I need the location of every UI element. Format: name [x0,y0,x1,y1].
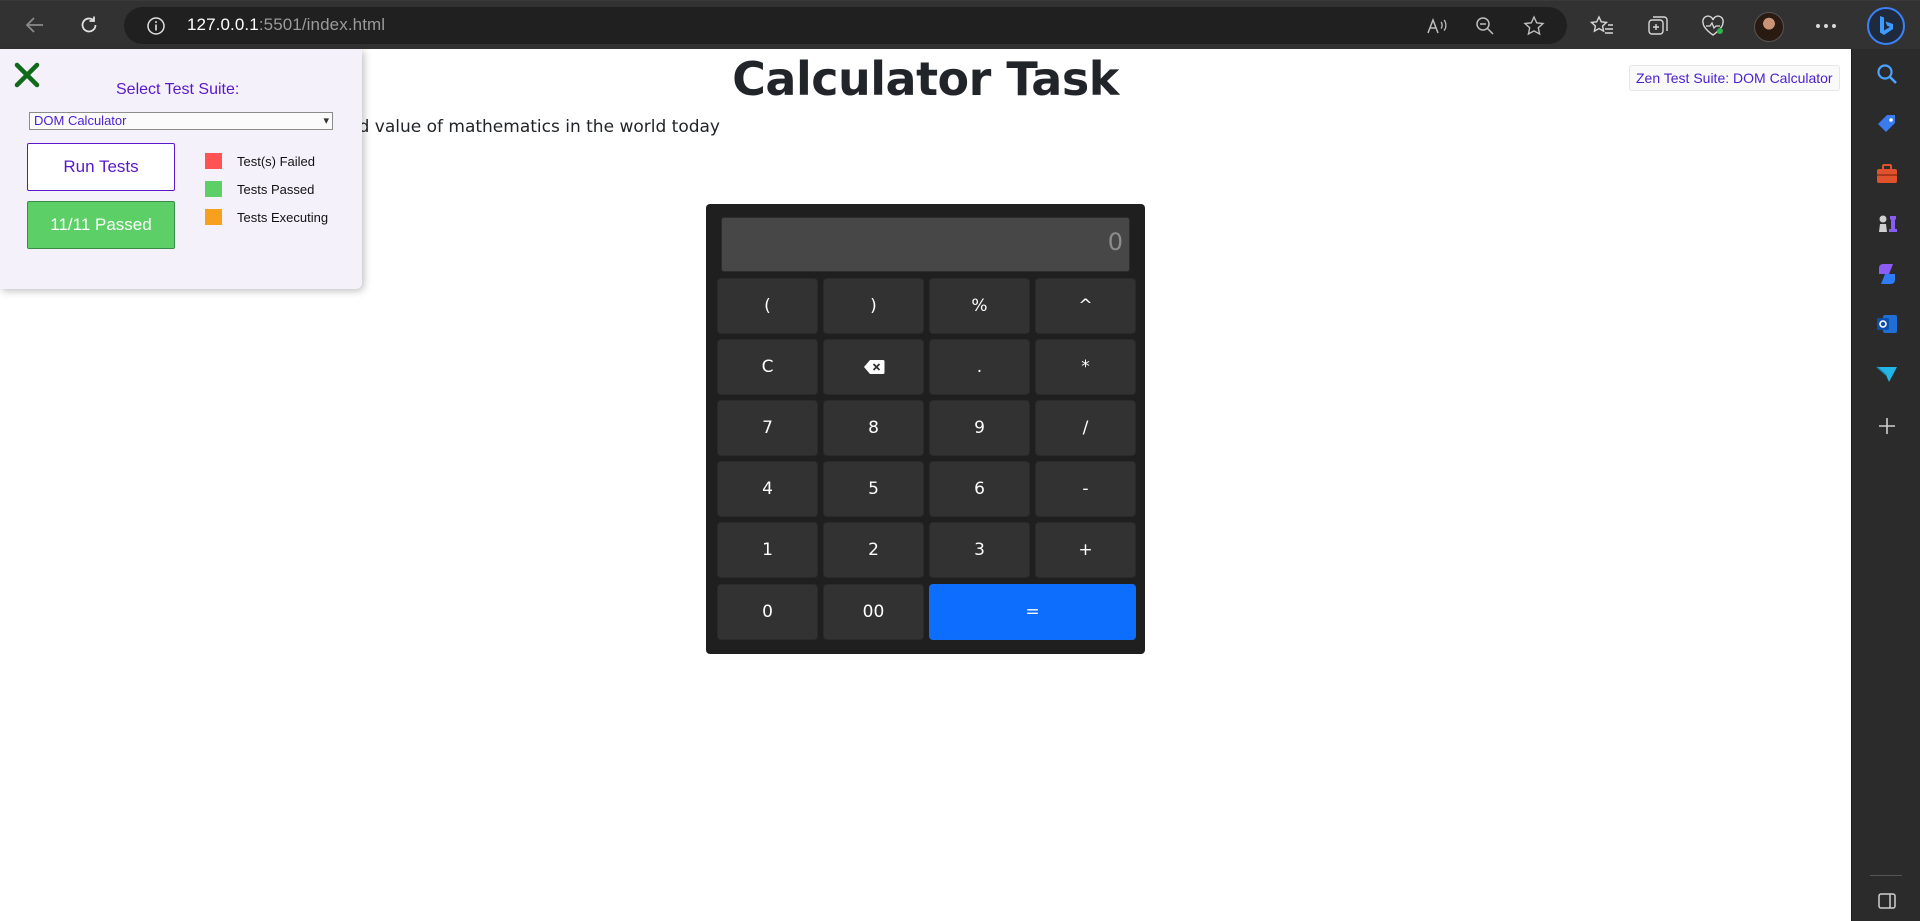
games-chess-icon[interactable] [1874,211,1900,237]
key-open-paren[interactable]: ( [717,278,818,334]
copilot-icon[interactable] [1874,261,1900,287]
test-result-button[interactable]: 11/11 Passed [27,201,175,249]
select-suite-label: Select Test Suite: [116,81,240,98]
address-bar[interactable]: 127.0.0.1:5501/index.html [124,7,1567,44]
key-divide[interactable]: / [1035,400,1136,456]
send-message-icon[interactable] [1874,361,1900,387]
shopping-tag-icon[interactable] [1874,111,1900,137]
backspace-icon [863,360,884,374]
add-sidebar-app-icon[interactable] [1874,413,1900,439]
bing-icon [1880,16,1893,35]
legend-executing: Tests Executing [205,209,328,225]
chevron-down-icon: ▾ [323,115,329,127]
suite-select[interactable]: DOM Calculator ▾ [29,112,333,130]
back-arrow-icon [25,17,43,33]
key-clear[interactable]: C [717,339,818,395]
outlook-icon[interactable] [1874,311,1900,337]
key-3[interactable]: 3 [929,522,1030,578]
close-panel-icon[interactable] [12,60,42,90]
key-2[interactable]: 2 [823,522,924,578]
site-info-icon[interactable] [146,16,166,40]
key-9[interactable]: 9 [929,400,1030,456]
key-7[interactable]: 7 [717,400,818,456]
failed-swatch [205,153,222,169]
calculator-display: 0 [721,217,1130,272]
key-add[interactable]: + [1035,522,1136,578]
browser-toolbar: 127.0.0.1:5501/index.html [0,0,1920,49]
key-backspace[interactable] [823,339,924,395]
zen-test-suite-tag: Zen Test Suite: DOM Calculator [1629,65,1840,91]
url-text: 127.0.0.1:5501/index.html [187,15,385,35]
favorites-icon[interactable] [1589,13,1615,39]
key-power[interactable]: ^ [1035,278,1136,334]
legend-passed: Tests Passed [205,181,314,197]
back-button[interactable] [18,9,52,41]
collections-icon[interactable] [1645,13,1671,39]
key-0[interactable]: 0 [717,584,818,640]
refresh-icon [81,16,97,33]
key-00[interactable]: 00 [823,584,924,640]
sidebar-divider [1870,875,1902,876]
legend-passed-label: Tests Passed [237,181,315,197]
key-close-paren[interactable]: ) [823,278,924,334]
browser-essentials-icon[interactable] [1700,13,1726,39]
legend-failed: Test(s) Failed [205,153,315,169]
run-tests-button[interactable]: Run Tests [27,143,175,191]
key-subtract[interactable]: - [1035,461,1136,517]
key-multiply[interactable]: * [1035,339,1136,395]
legend-executing-label: Tests Executing [237,209,329,225]
url-path: :5501/index.html [258,15,386,34]
executing-swatch [205,209,222,225]
key-6[interactable]: 6 [929,461,1030,517]
suite-select-value: DOM Calculator [34,113,127,128]
test-suite-panel: Select Test Suite: DOM Calculator ▾ Run … [0,49,362,289]
favorite-star-icon[interactable] [1522,15,1546,37]
calculator: 0 ( ) % ^ C . * 7 8 9 / 4 5 6 - 1 2 3 + … [706,204,1145,654]
key-equals[interactable]: = [929,584,1136,640]
key-percent[interactable]: % [929,278,1030,334]
edge-sidebar [1851,49,1920,921]
read-aloud-icon[interactable] [1425,15,1449,37]
tools-briefcase-icon[interactable] [1874,161,1900,187]
search-icon[interactable] [1874,61,1900,87]
url-host: 127.0.0.1 [187,15,259,34]
profile-avatar[interactable] [1754,12,1784,42]
key-decimal[interactable]: . [929,339,1030,395]
zoom-out-icon[interactable] [1473,15,1497,37]
sidebar-toggle-icon[interactable] [1874,888,1900,914]
key-4[interactable]: 4 [717,461,818,517]
passed-swatch [205,181,222,197]
more-options-icon[interactable] [1813,13,1839,39]
key-5[interactable]: 5 [823,461,924,517]
legend-failed-label: Test(s) Failed [237,153,316,169]
key-8[interactable]: 8 [823,400,924,456]
bing-copilot-button[interactable] [1867,7,1905,45]
key-1[interactable]: 1 [717,522,818,578]
refresh-button[interactable] [72,9,106,41]
